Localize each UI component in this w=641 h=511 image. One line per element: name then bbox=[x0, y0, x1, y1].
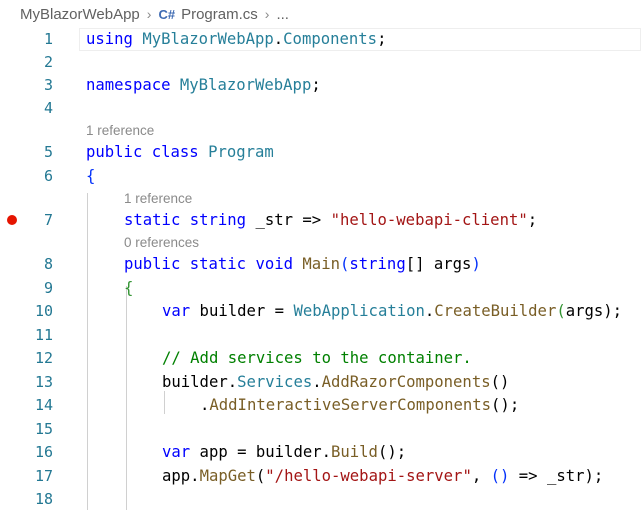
codelens-references[interactable]: 1 reference bbox=[86, 122, 154, 140]
code-text: builder.Services.AddRazorComponents() bbox=[162, 373, 510, 391]
breadcrumb-more[interactable]: ... bbox=[276, 6, 289, 23]
csharp-file-icon: C# bbox=[158, 6, 176, 22]
code-line[interactable]: 5 public class Program bbox=[0, 141, 641, 164]
code-line[interactable]: 7 static string _str => "hello-webapi-cl… bbox=[0, 209, 641, 232]
codelens-references[interactable]: 0 references bbox=[124, 234, 199, 252]
breakpoint-icon[interactable] bbox=[7, 215, 17, 225]
line-number: 5 bbox=[43, 143, 53, 161]
code-line[interactable]: 18 bbox=[0, 488, 641, 511]
code-line[interactable]: 15 bbox=[0, 418, 641, 441]
code-text: var builder = WebApplication.CreateBuild… bbox=[162, 302, 623, 320]
line-number: 10 bbox=[34, 302, 53, 320]
line-number: 6 bbox=[43, 167, 53, 185]
code-line[interactable]: 11 bbox=[0, 324, 641, 347]
code-line[interactable]: 14 .AddInteractiveServerComponents(); bbox=[0, 394, 641, 417]
line-number: 9 bbox=[43, 279, 53, 297]
line-number: 12 bbox=[34, 349, 53, 367]
code-text: using MyBlazorWebApp.Components; bbox=[86, 30, 387, 48]
code-line[interactable]: 3 namespace MyBlazorWebApp; bbox=[0, 74, 641, 97]
line-number: 15 bbox=[34, 420, 53, 438]
line-number: 7 bbox=[43, 211, 53, 229]
breadcrumb-project[interactable]: MyBlazorWebApp bbox=[20, 6, 140, 23]
code-line[interactable]: 4 bbox=[0, 97, 641, 120]
code-text: app.MapGet("/hello-webapi-server", () =>… bbox=[162, 467, 604, 485]
code-line[interactable]: 13 builder.Services.AddRazorComponents() bbox=[0, 371, 641, 394]
codelens-references[interactable]: 1 reference bbox=[124, 190, 192, 208]
line-number: 17 bbox=[34, 467, 53, 485]
line-number: 13 bbox=[34, 373, 53, 391]
code-line[interactable]: 16 var app = builder.Build(); bbox=[0, 441, 641, 464]
code-comment: // Add services to the container. bbox=[162, 349, 472, 367]
line-number: 14 bbox=[34, 396, 53, 414]
line-number: 11 bbox=[34, 326, 53, 344]
line-number: 4 bbox=[43, 99, 53, 117]
code-text: public class Program bbox=[86, 143, 274, 161]
code-editor[interactable]: 1 using MyBlazorWebApp.Components; 2 3 n… bbox=[0, 28, 641, 510]
line-number: 8 bbox=[43, 255, 53, 273]
code-line[interactable]: 1 using MyBlazorWebApp.Components; bbox=[0, 28, 641, 51]
code-line[interactable]: 12 // Add services to the container. bbox=[0, 347, 641, 370]
breadcrumb: MyBlazorWebApp › C# Program.cs › ... bbox=[0, 0, 641, 28]
line-number: 1 bbox=[43, 30, 53, 48]
code-text: public static void Main(string[] args) bbox=[124, 255, 481, 273]
code-text: var app = builder.Build(); bbox=[162, 443, 407, 461]
code-line[interactable]: 17 app.MapGet("/hello-webapi-server", ()… bbox=[0, 465, 641, 488]
code-line[interactable]: 2 bbox=[0, 51, 641, 74]
code-text: namespace MyBlazorWebApp; bbox=[86, 76, 321, 94]
chevron-right-icon: › bbox=[264, 6, 270, 22]
line-number: 16 bbox=[34, 443, 53, 461]
code-text: .AddInteractiveServerComponents(); bbox=[200, 396, 520, 414]
code-line[interactable]: 8 public static void Main(string[] args) bbox=[0, 253, 641, 276]
code-text: { bbox=[124, 279, 134, 297]
code-text: { bbox=[86, 167, 96, 185]
breadcrumb-file[interactable]: Program.cs bbox=[181, 6, 258, 23]
line-number: 2 bbox=[43, 53, 53, 71]
chevron-right-icon: › bbox=[146, 6, 152, 22]
code-line[interactable]: 9 { bbox=[0, 277, 641, 300]
line-number: 18 bbox=[34, 490, 53, 508]
code-line[interactable]: 6 { bbox=[0, 165, 641, 188]
line-number: 3 bbox=[43, 76, 53, 94]
code-text: static string _str => "hello-webapi-clie… bbox=[124, 211, 538, 229]
code-line[interactable]: 10 var builder = WebApplication.CreateBu… bbox=[0, 300, 641, 323]
